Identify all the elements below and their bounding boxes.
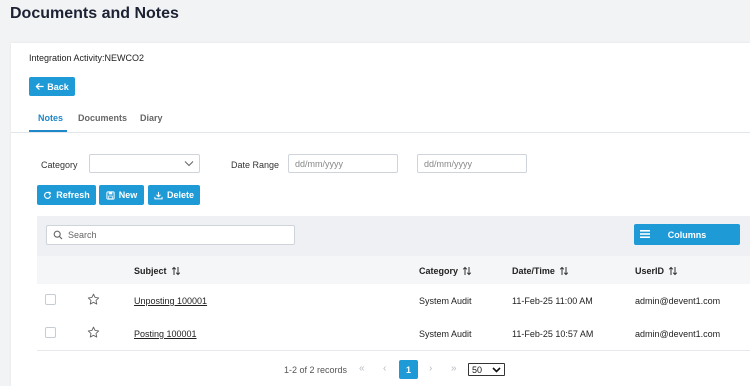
page-1-button[interactable]: 1 <box>399 360 418 379</box>
sort-icon <box>559 266 569 276</box>
date-range-label: Date Range <box>231 160 280 170</box>
category-select[interactable] <box>89 154 200 173</box>
main-panel: Integration Activity:NEWCO2 Back Notes D… <box>11 43 750 386</box>
sort-icon <box>462 266 472 276</box>
grid-toolbar: Columns <box>37 216 750 256</box>
columns-button[interactable]: Columns <box>634 224 740 245</box>
pagination: 1-2 of 2 records « ‹ 1 › » 50 <box>11 359 750 379</box>
row-category: System Audit <box>419 296 472 306</box>
next-page-button[interactable]: › <box>429 363 432 374</box>
column-header-userid[interactable]: UserID <box>635 266 678 276</box>
column-header-subject-label: Subject <box>134 266 167 276</box>
table-row: Posting 100001 System Audit 11-Feb-25 10… <box>37 317 750 351</box>
page-size-value: 50 <box>472 364 483 375</box>
chevron-down-icon <box>492 367 501 373</box>
first-page-button[interactable]: « <box>359 363 365 374</box>
row-datetime: 11-Feb-25 10:57 AM <box>512 329 594 339</box>
refresh-button-label: Refresh <box>56 190 90 200</box>
row-userid: admin@devent1.com <box>635 329 721 339</box>
search-box[interactable] <box>46 225 295 245</box>
arrow-left-icon <box>35 83 44 90</box>
delete-button[interactable]: Delete <box>148 185 200 205</box>
search-icon <box>53 230 63 240</box>
column-header-datetime[interactable]: Date/Time <box>512 266 569 276</box>
row-subject-link[interactable]: Unposting 100001 <box>134 296 207 306</box>
page-title: Documents and Notes <box>10 5 179 22</box>
search-input[interactable] <box>68 230 288 240</box>
column-header-subject[interactable]: Subject <box>134 266 181 276</box>
page-size-select[interactable]: 50 <box>468 363 505 376</box>
row-userid: admin@devent1.com <box>635 296 721 306</box>
row-checkbox[interactable] <box>45 327 56 338</box>
new-button[interactable]: New <box>99 185 144 205</box>
sort-icon <box>668 266 678 276</box>
date-to-input[interactable]: dd/mm/yyyy <box>417 154 527 173</box>
row-subject-link[interactable]: Posting 100001 <box>134 329 197 339</box>
column-header-datetime-label: Date/Time <box>512 266 555 276</box>
save-icon <box>106 190 115 200</box>
column-header-category-label: Category <box>419 266 459 276</box>
column-header-category[interactable]: Category <box>419 266 472 276</box>
row-datetime: 11-Feb-25 11:00 AM <box>512 296 593 306</box>
tab-notes[interactable]: Notes <box>38 113 63 123</box>
table-row: Unposting 100001 System Audit 11-Feb-25 … <box>37 284 750 318</box>
back-button-label: Back <box>47 81 69 92</box>
context-label: Integration Activity:NEWCO2 <box>29 53 145 63</box>
refresh-button[interactable]: Refresh <box>37 185 96 205</box>
row-category: System Audit <box>419 329 472 339</box>
category-filter-label: Category <box>41 160 78 170</box>
tab-diary[interactable]: Diary <box>140 113 163 123</box>
record-count: 1-2 of 2 records <box>284 365 348 375</box>
last-page-button[interactable]: » <box>451 363 457 374</box>
sort-icon <box>171 266 180 276</box>
tab-documents[interactable]: Documents <box>78 113 127 123</box>
delete-button-label: Delete <box>166 190 194 200</box>
row-checkbox[interactable] <box>45 294 56 305</box>
refresh-icon <box>44 190 52 199</box>
prev-page-button[interactable]: ‹ <box>383 363 386 374</box>
active-tab-indicator <box>29 130 67 132</box>
column-header-userid-label: UserID <box>635 266 665 276</box>
chevron-down-icon <box>184 161 194 167</box>
new-button-label: New <box>118 190 138 200</box>
tab-bar: Notes Documents Diary <box>11 105 750 133</box>
download-icon <box>154 191 163 199</box>
date-from-placeholder: dd/mm/yyyy <box>295 158 344 169</box>
date-from-input[interactable]: dd/mm/yyyy <box>288 154 398 173</box>
date-to-placeholder: dd/mm/yyyy <box>424 158 473 169</box>
star-icon[interactable] <box>87 326 100 339</box>
back-button[interactable]: Back <box>29 77 75 96</box>
star-icon[interactable] <box>87 293 100 306</box>
columns-button-label: Columns <box>667 230 707 240</box>
